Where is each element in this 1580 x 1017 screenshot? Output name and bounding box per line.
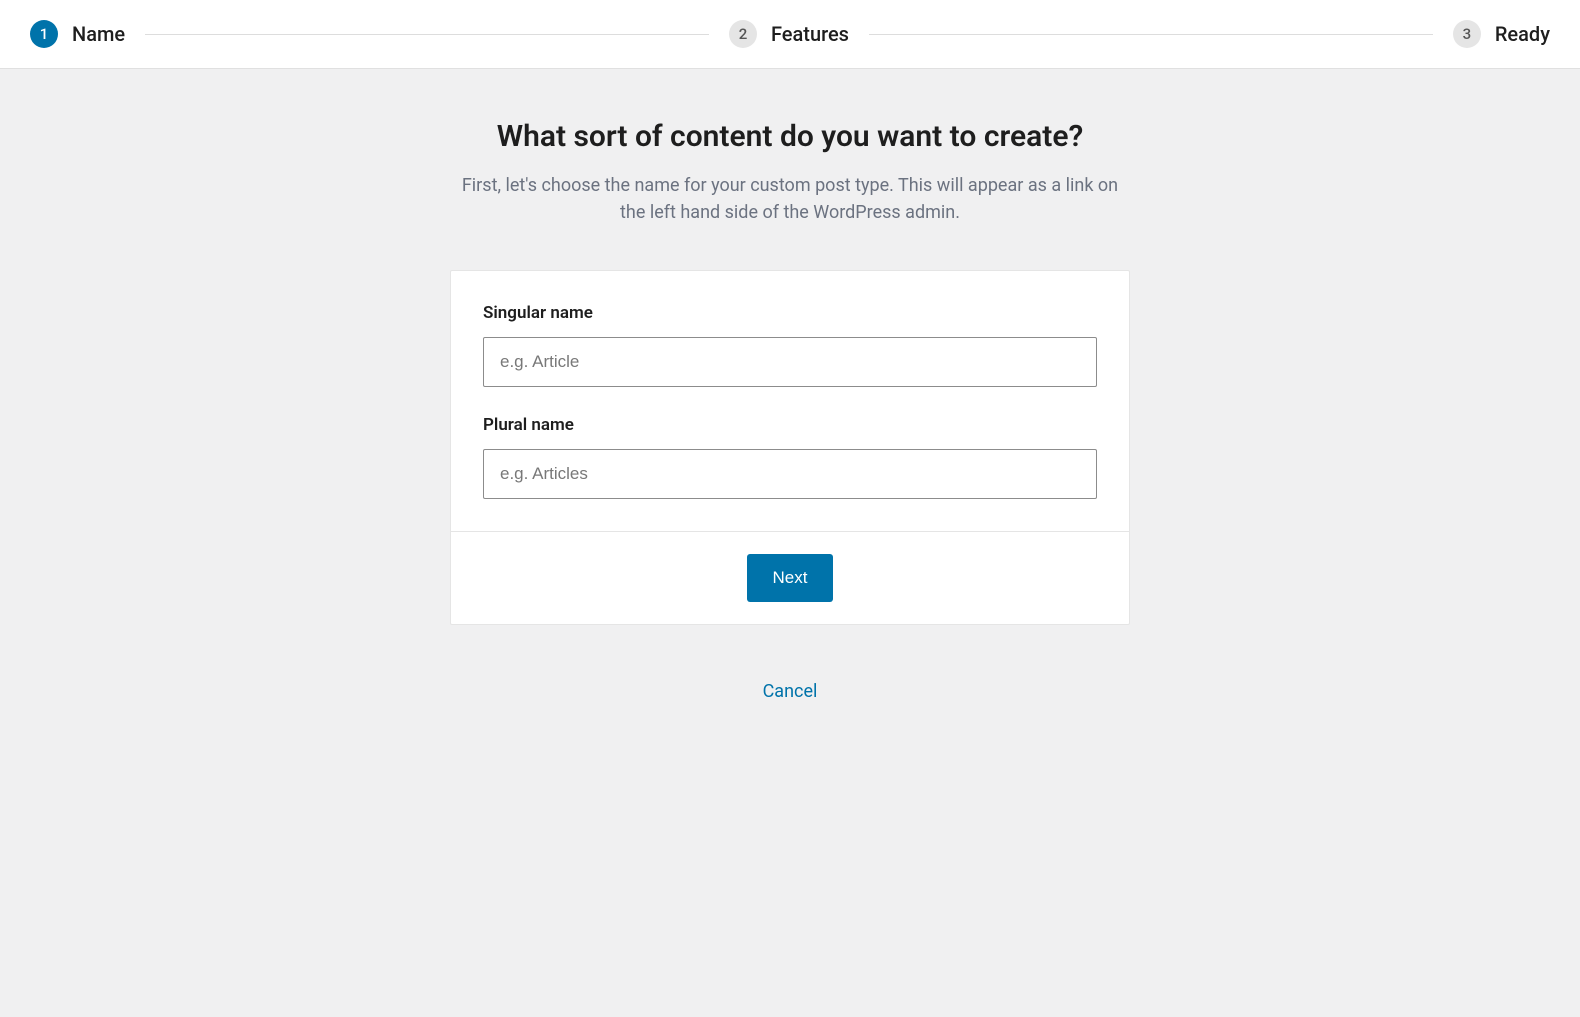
stepper: 1 Name 2 Features 3 Ready [0,0,1580,69]
main-content: What sort of content do you want to crea… [430,69,1150,742]
step-label-ready: Ready [1495,22,1550,46]
form-body: Singular name Plural name [451,271,1129,531]
step-label-features: Features [771,22,849,46]
cancel-link[interactable]: Cancel [763,681,818,702]
step-badge-3: 3 [1453,20,1481,48]
form-footer: Next [451,531,1129,624]
field-group-plural: Plural name [483,415,1097,499]
step-features[interactable]: 2 Features [729,20,849,48]
page-title: What sort of content do you want to crea… [450,119,1130,154]
step-connector [869,34,1433,35]
form-card: Singular name Plural name Next [450,270,1130,625]
next-button[interactable]: Next [747,554,834,602]
page-subtitle: First, let's choose the name for your cu… [460,172,1120,226]
plural-label: Plural name [483,415,1097,435]
field-group-singular: Singular name [483,303,1097,387]
plural-input[interactable] [483,449,1097,499]
step-name[interactable]: 1 Name [30,20,125,48]
step-label-name: Name [72,22,125,46]
step-badge-1: 1 [30,20,58,48]
step-connector [145,34,709,35]
singular-label: Singular name [483,303,1097,323]
singular-input[interactable] [483,337,1097,387]
cancel-wrap: Cancel [450,681,1130,702]
step-ready[interactable]: 3 Ready [1453,20,1550,48]
step-badge-2: 2 [729,20,757,48]
